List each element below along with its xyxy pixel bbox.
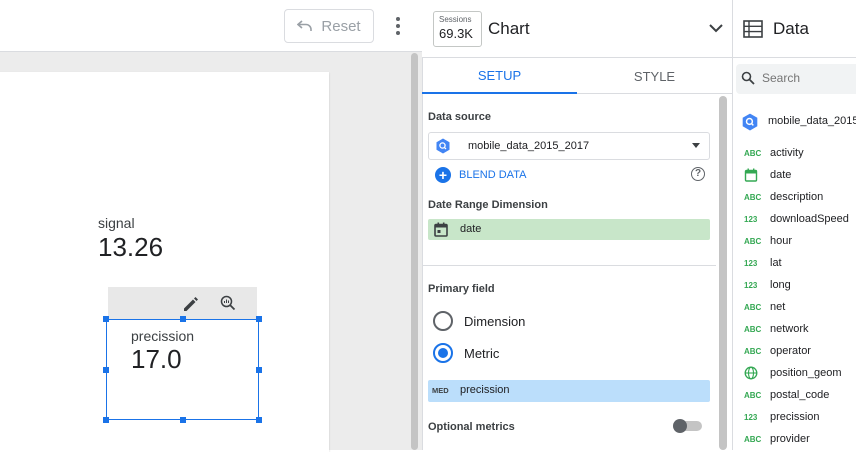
field-name: precission	[770, 411, 820, 423]
field-name: activity	[770, 147, 804, 159]
help-icon[interactable]: ?	[691, 167, 705, 181]
text-type-icon: ABC	[744, 390, 762, 400]
search-icon	[741, 71, 755, 85]
number-type-icon: 123	[744, 412, 758, 422]
dimension-radio-label[interactable]: Dimension	[464, 314, 525, 329]
chart-type-badge[interactable]: Sessions 69.3K	[433, 11, 482, 47]
field-item-postal-code[interactable]: ABC postal_code	[732, 384, 856, 406]
number-type-icon: 123	[744, 214, 758, 224]
add-circle-icon[interactable]: +	[435, 167, 451, 183]
data-source-icon	[742, 113, 758, 131]
date-range-dimension-title: Date Range Dimension	[428, 199, 548, 211]
date-type-icon	[744, 168, 758, 182]
text-type-icon: ABC	[744, 236, 762, 246]
field-item-downloadspeed[interactable]: 123 downloadSpeed	[732, 208, 856, 230]
field-list: ABC activity date ABC description 123 do…	[732, 142, 856, 450]
resize-handle[interactable]	[180, 316, 186, 322]
resize-handle[interactable]	[256, 367, 262, 373]
field-name: description	[770, 191, 824, 203]
undo-icon	[297, 20, 313, 31]
text-type-icon: ABC	[744, 192, 762, 202]
chart-type-title[interactable]: Chart	[488, 19, 530, 39]
tab-setup[interactable]: SETUP	[422, 58, 577, 94]
edit-pencil-icon[interactable]	[181, 294, 201, 314]
field-item-operator[interactable]: ABC operator	[732, 340, 856, 362]
dropdown-caret-icon[interactable]	[692, 143, 700, 148]
dimension-radio[interactable]	[433, 311, 453, 331]
resize-handle[interactable]	[103, 367, 109, 373]
field-item-description[interactable]: ABC description	[732, 186, 856, 208]
field-item-precission[interactable]: 123 precission	[732, 406, 856, 428]
blend-data-button[interactable]: BLEND DATA	[459, 169, 526, 181]
more-options-icon[interactable]	[388, 14, 408, 38]
field-name: postal_code	[770, 389, 830, 401]
field-item-date[interactable]: date	[732, 164, 856, 186]
resize-handle[interactable]	[180, 417, 186, 423]
data-source-title: Data source	[428, 111, 491, 123]
metric-field-label: precission	[460, 384, 510, 396]
metric-radio-label[interactable]: Metric	[464, 346, 499, 361]
scorecard-label: signal	[98, 215, 135, 231]
properties-tabs: SETUP STYLE	[422, 58, 732, 94]
optional-metrics-title: Optional metrics	[428, 421, 515, 433]
metric-radio[interactable]	[433, 343, 453, 363]
data-source-name: mobile_data_2015_2017	[468, 140, 590, 152]
field-item-net[interactable]: ABC net	[732, 296, 856, 318]
field-name: date	[770, 169, 792, 181]
globe-type-icon	[744, 366, 758, 380]
calendar-icon	[434, 222, 448, 237]
primary-field-title: Primary field	[428, 283, 495, 295]
data-panel-source-name: mobile_data_2015	[768, 115, 856, 127]
field-name: provider	[770, 433, 810, 445]
scorecard-value: 17.0	[131, 344, 182, 374]
scorecard-value: 13.26	[98, 232, 164, 262]
reset-button[interactable]: Reset	[284, 9, 374, 43]
text-type-icon: ABC	[744, 346, 762, 356]
sessions-label: Sessions	[439, 15, 472, 24]
resize-handle[interactable]	[103, 316, 109, 322]
chevron-down-icon[interactable]	[708, 22, 724, 34]
field-name: downloadSpeed	[770, 213, 849, 225]
reset-label: Reset	[321, 17, 361, 35]
field-name: position_geom	[770, 367, 842, 379]
field-item-position-geom[interactable]: position_geom	[732, 362, 856, 384]
explore-icon[interactable]	[219, 294, 237, 312]
field-name: network	[770, 323, 809, 335]
data-panel-title: Data	[773, 19, 809, 38]
sessions-value: 69.3K	[439, 26, 473, 41]
field-name: lat	[770, 257, 782, 269]
number-type-icon: 123	[744, 280, 758, 290]
text-type-icon: ABC	[744, 434, 762, 444]
resize-handle[interactable]	[103, 417, 109, 423]
field-item-hour[interactable]: ABC hour	[732, 230, 856, 252]
data-table-icon	[743, 20, 763, 38]
resize-handle[interactable]	[256, 316, 262, 322]
field-name: hour	[770, 235, 793, 247]
field-name: operator	[770, 345, 811, 357]
resize-handle[interactable]	[256, 417, 262, 423]
field-item-lat[interactable]: 123 lat	[732, 252, 856, 274]
text-type-icon: ABC	[744, 324, 762, 334]
date-range-field-label: date	[460, 223, 482, 235]
canvas-scrollbar[interactable]	[411, 53, 418, 450]
number-type-icon: 123	[744, 258, 758, 268]
aggregation-badge[interactable]: MED	[432, 386, 449, 395]
text-type-icon: ABC	[744, 302, 762, 312]
tab-style[interactable]: STYLE	[577, 58, 732, 94]
field-item-provider[interactable]: ABC provider	[732, 428, 856, 450]
field-name: long	[770, 279, 791, 291]
section-divider	[422, 265, 716, 266]
properties-scrollbar[interactable]	[719, 96, 727, 450]
data-source-icon	[436, 138, 450, 154]
search-input[interactable]	[762, 71, 852, 85]
field-item-long[interactable]: 123 long	[732, 274, 856, 296]
field-name: net	[770, 301, 786, 313]
text-type-icon: ABC	[744, 148, 762, 158]
toggle-knob[interactable]	[673, 419, 687, 433]
scorecard-label: precission	[131, 328, 195, 344]
field-item-activity[interactable]: ABC activity	[732, 142, 856, 164]
field-item-network[interactable]: ABC network	[732, 318, 856, 340]
